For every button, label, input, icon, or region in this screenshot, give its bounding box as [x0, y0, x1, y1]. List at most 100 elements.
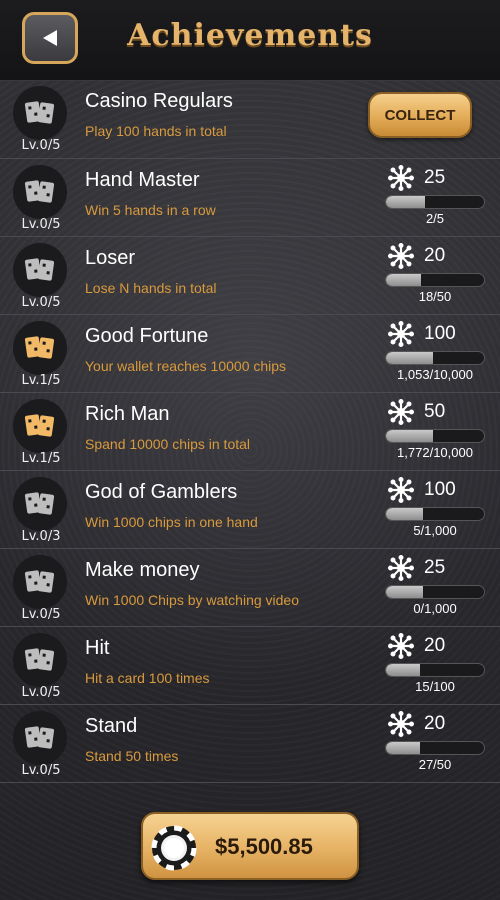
progress-text: 5/1,000 — [413, 523, 457, 538]
achievement-level: Lv.0/5 — [21, 763, 61, 778]
collect-button[interactable]: COLLECT — [368, 92, 472, 138]
achievement-level: Lv.1/5 — [21, 373, 61, 388]
achievement-level: Lv.0/5 — [21, 217, 61, 232]
reward-value: 20 — [424, 245, 446, 266]
cards-badge-icon — [13, 477, 67, 531]
progress-bar-fill — [386, 664, 421, 676]
achievement-row: Lv.0/5 Casino Regulars Play 100 hands in t… — [0, 80, 500, 159]
achievement-name: Make money — [85, 559, 200, 581]
wallet-button[interactable]: $5,500.85 — [141, 812, 359, 880]
achievement-description: Hit a card 100 times — [85, 670, 210, 686]
reward: 20 — [388, 633, 445, 659]
achievement-description: Lose N hands in total — [85, 280, 217, 296]
cards-badge-icon — [13, 555, 67, 609]
cards-badge-icon — [13, 711, 67, 765]
progress-bar-fill — [386, 742, 421, 754]
progress-bar — [385, 585, 485, 599]
progress-bar — [385, 507, 485, 521]
cards-badge-icon — [13, 243, 67, 297]
snowflake-icon — [388, 633, 424, 659]
achievement-name: Good Fortune — [85, 325, 209, 347]
achievement-name: Hit — [85, 637, 110, 659]
achievement-description: Win 1000 chips in one hand — [85, 514, 258, 530]
progress-text: 0/1,000 — [413, 601, 457, 616]
achievement-level: Lv.0/5 — [21, 138, 61, 153]
reward-value: 100 — [424, 479, 456, 500]
achievement-level: Lv.0/5 — [21, 685, 61, 700]
achievement-level: Lv.0/3 — [21, 529, 61, 544]
achievement-description: Spand 10000 chips in total — [85, 436, 251, 452]
reward-value: 100 — [424, 323, 456, 344]
reward: 20 — [388, 243, 445, 269]
header: Achievements — [0, 0, 500, 81]
progress-bar — [385, 273, 485, 287]
cards-badge-icon — [13, 633, 67, 687]
progress-bar — [385, 741, 485, 755]
progress-text: 1,772/10,000 — [397, 445, 473, 460]
achievement-level: Lv.0/5 — [21, 295, 61, 310]
reward-value: 25 — [424, 557, 446, 578]
snowflake-icon — [388, 321, 424, 347]
progress-text: 15/100 — [415, 679, 455, 694]
progress-bar-fill — [386, 196, 426, 208]
achievement-row: Lv.0/5 Loser Lose N hands in total 20 18/50 — [0, 237, 500, 315]
achievement-name: God of Gamblers — [85, 481, 238, 503]
progress-bar — [385, 351, 485, 365]
reward: 50 — [388, 399, 445, 425]
achievement-description: Stand 50 times — [85, 748, 179, 764]
achievement-level: Lv.0/5 — [21, 607, 61, 622]
reward-value: 50 — [424, 401, 446, 422]
progress-text: 18/50 — [418, 289, 452, 304]
progress-bar — [385, 195, 485, 209]
snowflake-icon — [388, 399, 424, 425]
progress-bar-fill — [386, 586, 424, 598]
achievement-name: Casino Regulars — [85, 90, 233, 112]
page-title: Achievements — [127, 18, 373, 53]
achievement-row: Lv.1/5 Good Fortune Your wallet reaches 10… — [0, 315, 500, 393]
wallet-amount: $5,500.85 — [215, 834, 313, 859]
poker-chip-icon — [151, 825, 197, 871]
achievement-name: Loser — [85, 247, 136, 269]
reward: 25 — [388, 165, 445, 191]
achievement-row: Lv.1/5 Rich Man Spand 10000 chips in total… — [0, 393, 500, 471]
achievement-row: Lv.0/5 Make money Win 1000 Chips by watchi… — [0, 549, 500, 627]
reward: 100 — [388, 477, 456, 503]
cards-badge-icon — [13, 321, 67, 375]
achievement-name: Rich Man — [85, 403, 170, 425]
reward-value: 20 — [424, 713, 446, 734]
progress-text: 27/50 — [418, 757, 452, 772]
achievement-name: Hand Master — [85, 169, 200, 191]
progress-bar-fill — [386, 508, 424, 520]
reward: 100 — [388, 321, 456, 347]
achievement-list[interactable]: Lv.0/5 Casino Regulars Play 100 hands in t… — [0, 80, 500, 783]
snowflake-icon — [388, 555, 424, 581]
reward: 20 — [388, 711, 445, 737]
snowflake-icon — [388, 477, 424, 503]
reward-value: 25 — [424, 167, 446, 188]
progress-bar — [385, 429, 485, 443]
achievement-row: Lv.0/5 Stand Stand 50 times 20 27/50 — [0, 705, 500, 783]
progress-bar-fill — [386, 274, 422, 286]
reward: 25 — [388, 555, 445, 581]
snowflake-icon — [388, 165, 424, 191]
snowflake-icon — [388, 711, 424, 737]
progress-text: 2/5 — [425, 211, 445, 226]
progress-bar-fill — [386, 352, 434, 364]
achievement-description: Win 1000 Chips by watching video — [85, 592, 300, 608]
achievement-description: Win 5 hands in a row — [85, 202, 216, 218]
progress-bar — [385, 663, 485, 677]
achievement-description: Play 100 hands in total — [85, 123, 227, 139]
reward-value: 20 — [424, 635, 446, 656]
cards-badge-icon — [13, 399, 67, 453]
progress-bar-fill — [386, 430, 434, 442]
cards-badge-icon — [13, 86, 67, 140]
achievement-level: Lv.1/5 — [21, 451, 61, 466]
cards-badge-icon — [13, 165, 67, 219]
achievement-name: Stand — [85, 715, 138, 737]
snowflake-icon — [388, 243, 424, 269]
achievement-description: Your wallet reaches 10000 chips — [85, 358, 287, 374]
achievement-row: Lv.0/5 Hand Master Win 5 hands in a row 25 2… — [0, 159, 500, 237]
achievement-row: Lv.0/5 Hit Hit a card 100 times 20 15/100 — [0, 627, 500, 705]
progress-text: 1,053/10,000 — [397, 367, 473, 382]
achievement-row: Lv.0/3 God of Gamblers Win 1000 chips in o… — [0, 471, 500, 549]
